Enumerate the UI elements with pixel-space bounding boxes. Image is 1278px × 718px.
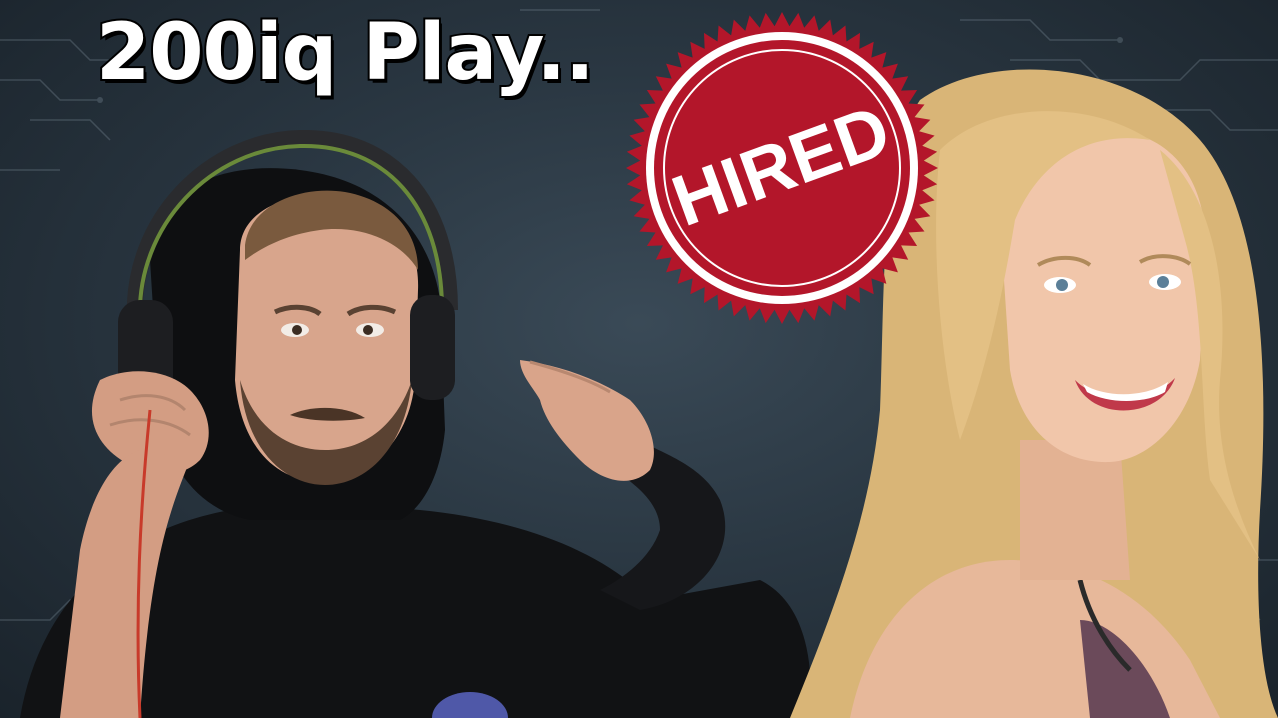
thumbnail-title: 200iq Play.. <box>94 8 597 98</box>
thumbnail-canvas: 200iq Play.. HIRED <box>0 0 1278 718</box>
hired-stamp: HIRED <box>626 12 938 324</box>
